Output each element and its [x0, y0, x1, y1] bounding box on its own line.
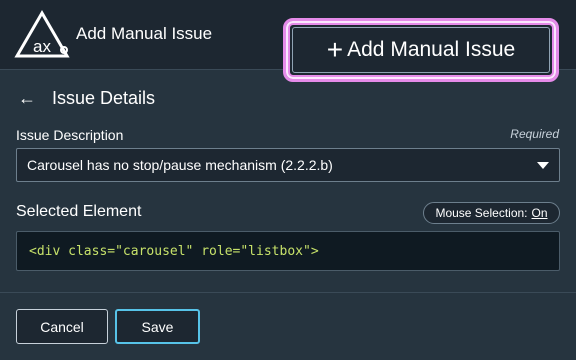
- save-button[interactable]: Save: [115, 309, 200, 344]
- code-open-tag: <div: [29, 243, 61, 259]
- required-indicator: Required: [510, 127, 559, 141]
- header-title: Add Manual Issue: [76, 24, 213, 43]
- add-manual-issue-button[interactable]: + Add Manual Issue: [292, 27, 550, 73]
- issue-description-label: Issue Description: [16, 127, 124, 143]
- code-close-tag: >: [310, 243, 319, 259]
- footer-divider: [0, 292, 576, 293]
- cancel-button[interactable]: Cancel: [16, 309, 108, 344]
- section-header: ← Issue Details: [18, 88, 155, 109]
- add-manual-issue-highlight: + Add Manual Issue: [283, 18, 559, 82]
- add-manual-issue-label: Add Manual Issue: [347, 38, 516, 61]
- plus-icon: +: [326, 34, 344, 65]
- issue-description-value: Carousel has no stop/pause mechanism (2.…: [27, 157, 333, 173]
- back-arrow-icon[interactable]: ←: [18, 88, 40, 109]
- mouse-selection-state: On: [531, 206, 548, 220]
- issue-description-select[interactable]: Carousel has no stop/pause mechanism (2.…: [16, 148, 560, 182]
- code-val-role: "listbox": [240, 243, 311, 259]
- code-attr-class: class: [68, 243, 108, 259]
- code-val-class: "carousel": [115, 243, 194, 259]
- selected-element-label: Selected Element: [16, 203, 142, 220]
- mouse-selection-label: Mouse Selection:: [435, 206, 528, 220]
- code-attr-role: role: [201, 243, 233, 259]
- caret-down-icon: [537, 162, 549, 169]
- mouse-selection-toggle[interactable]: Mouse Selection: On: [423, 202, 560, 224]
- selected-element-code: <div class = "carousel" role = "listbox" >: [16, 231, 560, 271]
- ax-logo-icon: ax: [14, 10, 70, 58]
- section-title: Issue Details: [52, 88, 156, 108]
- logo-text: ax: [33, 37, 51, 56]
